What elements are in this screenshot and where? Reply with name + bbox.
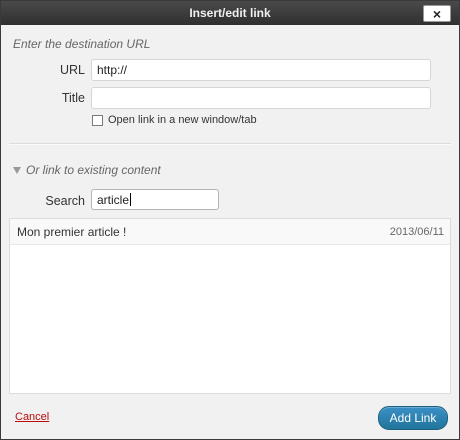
title-input[interactable] [91,87,431,109]
section-divider [9,143,451,145]
url-label: URL [59,63,85,77]
new-window-checkbox[interactable] [92,114,103,126]
add-link-button[interactable]: Add Link [378,406,448,430]
cancel-link[interactable]: Cancel [15,411,49,423]
dialog-title: Insert/edit link [189,6,271,20]
text-caret [130,193,132,206]
new-window-label: Open link in a new window/tab [108,114,257,126]
search-results: Mon premier article ! 2013/06/11 [9,218,451,394]
search-label: Search [45,194,85,208]
url-input[interactable] [91,59,431,81]
result-item[interactable]: Mon premier article ! 2013/06/11 [10,219,450,245]
new-window-option[interactable]: Open link in a new window/tab [92,114,257,126]
insert-link-dialog: Insert/edit link × Enter the destination… [0,0,460,440]
dialog-titlebar: Insert/edit link × [1,1,459,25]
result-title: Mon premier article ! [17,224,127,239]
title-label: Title [61,91,85,105]
search-input-value: article [97,193,130,207]
triangle-down-icon [13,166,21,174]
existing-content-toggle[interactable]: Or link to existing content [13,163,161,177]
result-date: 2013/06/11 [389,225,444,238]
close-button[interactable]: × [423,5,451,22]
existing-content-label: Or link to existing content [26,163,161,177]
search-input[interactable]: article [91,189,219,210]
destination-heading: Enter the destination URL [13,37,151,51]
close-icon: × [432,5,442,22]
